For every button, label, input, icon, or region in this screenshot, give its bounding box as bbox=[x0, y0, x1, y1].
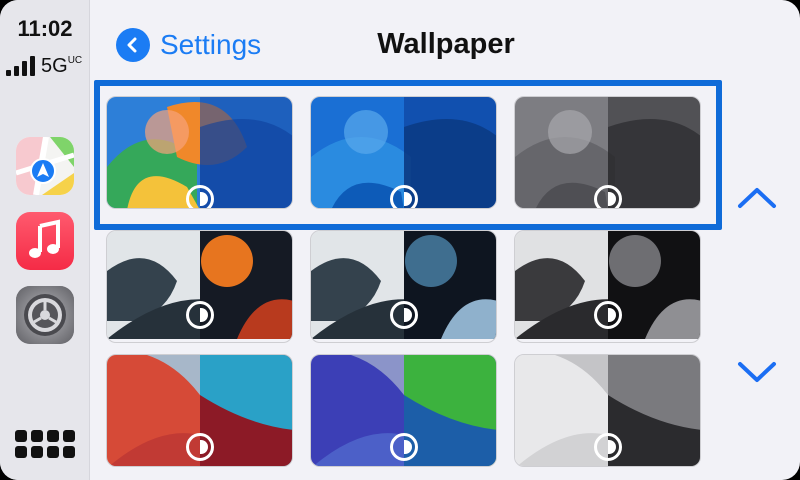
carplay-screen: 11:02 5GUC Settings Wallpaper bbox=[0, 0, 800, 480]
appearance-toggle-icon[interactable] bbox=[389, 433, 418, 461]
appearance-toggle-icon[interactable] bbox=[185, 433, 214, 461]
wallpaper-tile[interactable] bbox=[106, 354, 293, 467]
network-type: 5G bbox=[41, 55, 68, 77]
dock-sidebar: 11:02 5GUC bbox=[0, 0, 90, 480]
maps-icon[interactable] bbox=[16, 137, 74, 195]
scroll-down-chevron-icon[interactable] bbox=[736, 356, 778, 386]
status-bar: 5GUC bbox=[6, 52, 90, 76]
status-time: 11:02 bbox=[17, 16, 73, 41]
back-label: Settings bbox=[160, 29, 262, 60]
network-suffix: UC bbox=[67, 55, 83, 66]
wallpaper-tile[interactable] bbox=[106, 230, 293, 343]
app-grid-icon[interactable] bbox=[14, 424, 76, 464]
selected-row-highlight bbox=[94, 80, 722, 230]
network-label: 5GUC bbox=[41, 55, 83, 77]
wallpaper-tile[interactable] bbox=[310, 354, 497, 467]
signal-bars-icon bbox=[6, 56, 35, 76]
page-title: Wallpaper bbox=[377, 28, 515, 60]
scroll-up-chevron-icon[interactable] bbox=[736, 184, 778, 214]
appearance-toggle-icon[interactable] bbox=[593, 301, 622, 329]
settings-icon[interactable] bbox=[16, 286, 74, 344]
back-button[interactable]: Settings bbox=[116, 26, 261, 64]
music-icon[interactable] bbox=[16, 212, 74, 270]
chevron-left-icon bbox=[116, 28, 150, 62]
wallpaper-tile[interactable] bbox=[310, 230, 497, 343]
wallpaper-tile[interactable] bbox=[514, 230, 701, 343]
appearance-toggle-icon[interactable] bbox=[389, 301, 418, 329]
wallpaper-tile[interactable] bbox=[514, 354, 701, 467]
appearance-toggle-icon[interactable] bbox=[185, 301, 214, 329]
appearance-toggle-icon[interactable] bbox=[593, 433, 622, 461]
